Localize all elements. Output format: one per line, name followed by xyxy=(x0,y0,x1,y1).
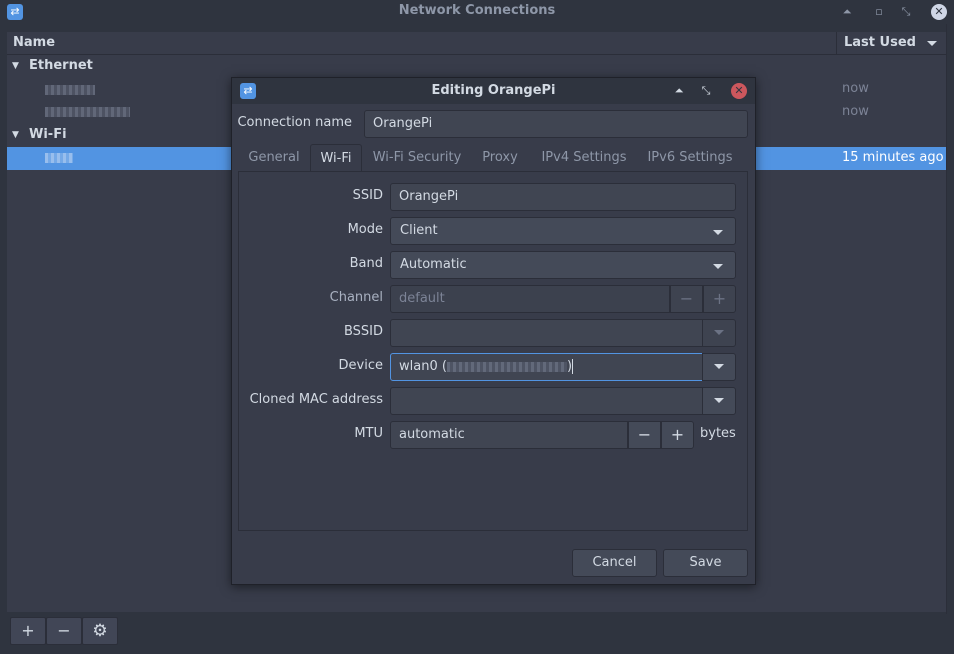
device-prefix: wlan0 ( xyxy=(399,359,447,374)
sort-chevron-down-icon[interactable] xyxy=(927,36,937,51)
connection-name-label: Connection name xyxy=(237,115,352,130)
chevron-down-icon xyxy=(713,264,723,269)
window-close-icon[interactable]: ✕ xyxy=(931,4,947,20)
channel-decrement-button[interactable]: − xyxy=(670,285,703,313)
chevron-down-icon xyxy=(714,398,724,403)
dialog-close-icon[interactable]: ✕ xyxy=(731,83,747,99)
tab-ipv6-settings[interactable]: IPv6 Settings xyxy=(640,144,740,172)
mode-selected-value: Client xyxy=(400,223,438,238)
cancel-button[interactable]: Cancel xyxy=(572,549,657,577)
wifi-connection-last-used: 15 minutes ago xyxy=(842,150,944,165)
connection-settings-button[interactable]: ⚙ xyxy=(82,617,118,645)
mode-label: Mode xyxy=(347,222,383,237)
connection-name-input[interactable]: OrangePi xyxy=(364,110,748,138)
device-dropdown-button[interactable] xyxy=(702,353,736,381)
save-button[interactable]: Save xyxy=(663,549,748,577)
device-label: Device xyxy=(338,358,383,373)
channel-label: Channel xyxy=(329,290,383,305)
wifi-connection-name-redacted xyxy=(45,153,73,163)
tab-ipv4-settings[interactable]: IPv4 Settings xyxy=(534,144,634,172)
tab-general[interactable]: General xyxy=(240,144,308,172)
remove-connection-button[interactable]: − xyxy=(46,617,82,645)
restore-icon[interactable]: ⤡ xyxy=(898,4,914,20)
cloned-mac-label: Cloned MAC address xyxy=(249,392,383,407)
ethernet-connection-2-last-used: now xyxy=(842,104,869,119)
chevron-down-icon xyxy=(713,230,723,235)
ssid-input[interactable]: OrangePi xyxy=(390,183,736,211)
band-label: Band xyxy=(349,256,383,271)
dialog-restore-icon[interactable]: ⤡ xyxy=(698,83,714,99)
band-selected-value: Automatic xyxy=(400,257,467,272)
bssid-dropdown-button[interactable] xyxy=(702,319,736,347)
maximize-icon[interactable]: ▫ xyxy=(871,4,887,20)
channel-increment-button[interactable]: + xyxy=(703,285,736,313)
chevron-down-icon xyxy=(714,364,724,369)
cloned-mac-input[interactable] xyxy=(390,387,703,415)
cloned-mac-dropdown-button[interactable] xyxy=(702,387,736,415)
expander-ethernet-icon[interactable]: ▼ xyxy=(12,61,19,71)
mtu-increment-button[interactable]: + xyxy=(661,421,694,449)
ethernet-connection-1-name-redacted[interactable] xyxy=(45,85,95,95)
column-name-header[interactable]: Name xyxy=(13,35,55,50)
window-title: Network Connections xyxy=(398,3,556,18)
expander-wifi-icon[interactable]: ▼ xyxy=(12,130,19,140)
device-input[interactable]: wlan0 () xyxy=(390,353,703,381)
mtu-unit-label: bytes xyxy=(700,426,736,441)
tab-wifi-security[interactable]: Wi-Fi Security xyxy=(368,144,466,172)
mtu-input[interactable]: automatic xyxy=(390,421,628,449)
bssid-label: BSSID xyxy=(343,324,383,339)
text-cursor xyxy=(572,359,574,374)
mtu-label: MTU xyxy=(354,426,383,441)
add-connection-button[interactable]: + xyxy=(10,617,46,645)
tab-wifi[interactable]: Wi-Fi xyxy=(310,144,362,172)
band-dropdown[interactable]: Automatic xyxy=(390,251,736,279)
group-ethernet[interactable]: Ethernet xyxy=(29,58,93,73)
minimize-icon[interactable]: ⏶ xyxy=(839,4,855,20)
edit-connection-dialog: ⇄ Editing OrangePi ⏶ ⤡ ✕ Connection name… xyxy=(231,77,756,585)
group-wifi[interactable]: Wi-Fi xyxy=(29,127,67,142)
list-right-border xyxy=(946,24,947,614)
ethernet-connection-2-name-redacted[interactable] xyxy=(45,107,130,117)
channel-input[interactable]: default xyxy=(390,285,670,313)
header-divider xyxy=(836,32,837,54)
chevron-down-icon xyxy=(714,330,724,335)
gear-icon: ⚙ xyxy=(92,621,108,641)
bssid-input[interactable] xyxy=(390,319,703,347)
dialog-minimize-icon[interactable]: ⏶ xyxy=(671,83,687,99)
tab-proxy[interactable]: Proxy xyxy=(476,144,524,172)
list-header xyxy=(7,32,947,55)
device-mac-redacted xyxy=(446,361,567,372)
mtu-decrement-button[interactable]: − xyxy=(628,421,661,449)
mode-dropdown[interactable]: Client xyxy=(390,217,736,245)
ssid-label: SSID xyxy=(352,188,383,203)
column-last-used-header[interactable]: Last Used xyxy=(844,35,916,50)
ethernet-connection-1-last-used: now xyxy=(842,81,869,96)
